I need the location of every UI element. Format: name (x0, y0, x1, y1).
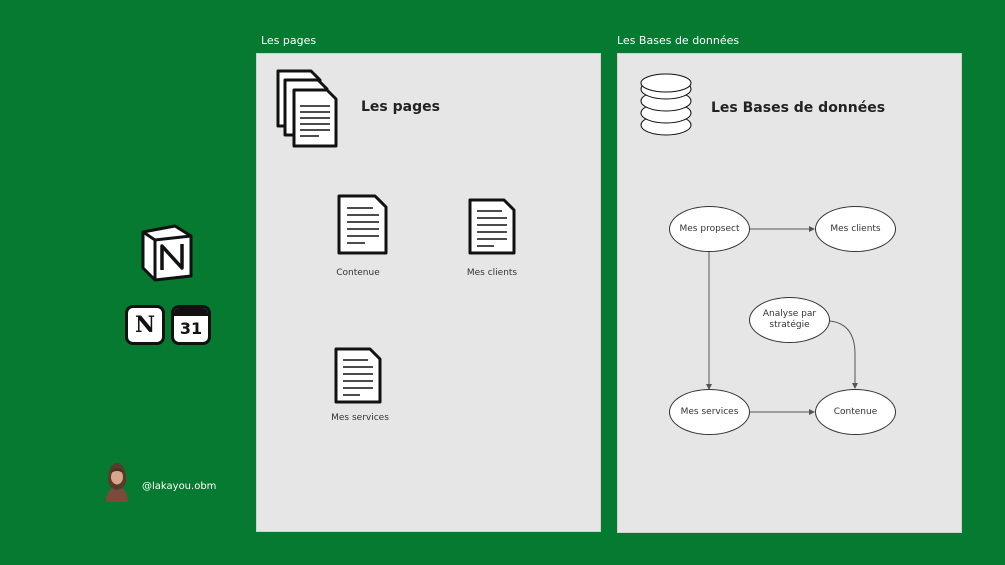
node-contenue: Contenue (815, 389, 896, 435)
calendar-app-icon: 31 (171, 305, 211, 345)
node-mes-prospect: Mes propsect (669, 206, 750, 252)
document-label-contenue: Contenue (336, 268, 380, 278)
pages-panel: Les pages Contenue Mes clients Mes servi… (256, 53, 601, 532)
pages-panel-title: Les pages (361, 99, 440, 115)
databases-panel: Les Bases de données Mes propsect Mes cl… (617, 53, 962, 533)
stacked-pages-icon (276, 69, 338, 148)
document-icon (334, 347, 382, 404)
calendar-app-number: 31 (179, 319, 203, 338)
node-analyse-strategie: Analyse par stratégie (749, 297, 830, 343)
edge-analyse-to-contenue (829, 320, 858, 389)
notion-logo-large-icon (141, 224, 193, 282)
document-label-mes-services: Mes services (331, 413, 389, 423)
node-mes-services: Mes services (669, 389, 750, 435)
databases-frame-label: Les Bases de données (617, 34, 740, 47)
pages-frame-label: Les pages (261, 34, 317, 47)
document-label-mes-clients: Mes clients (466, 268, 518, 278)
document-icon (337, 194, 388, 255)
notion-app-icon: N (125, 305, 165, 345)
avatar (106, 463, 128, 502)
notion-app-letter: N (134, 312, 156, 338)
document-icon (468, 198, 516, 255)
node-mes-clients: Mes clients (815, 206, 896, 252)
diagram-connectors (706, 226, 858, 415)
author-handle: @lakayou.obm (142, 481, 217, 492)
